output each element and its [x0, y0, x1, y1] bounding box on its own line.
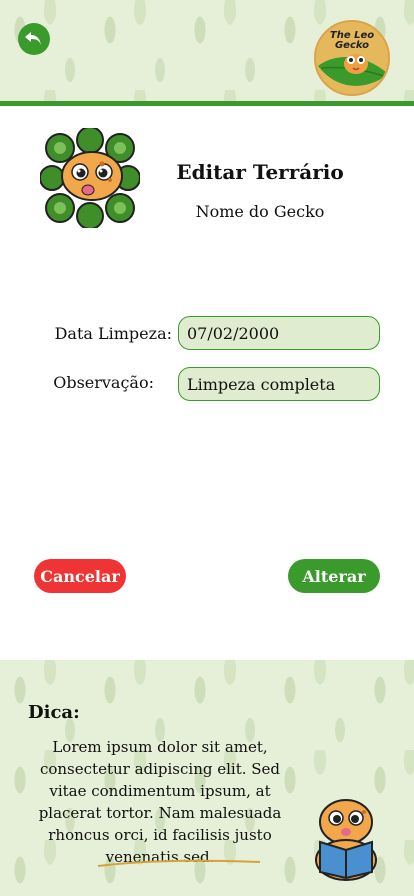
- gecko-avatar: [39, 126, 141, 230]
- back-button[interactable]: [18, 23, 50, 55]
- cancel-button[interactable]: Cancelar: [34, 559, 126, 593]
- decorative-underline: [97, 859, 261, 867]
- observation-input[interactable]: Limpeza completa: [178, 367, 380, 401]
- page-title: Editar Terrário: [176, 160, 344, 184]
- cleaning-date-input[interactable]: 07/02/2000: [178, 316, 380, 350]
- tip-title: Dica:: [28, 702, 80, 723]
- observation-label: Observação:: [53, 373, 154, 392]
- gecko-name: Nome do Gecko: [195, 202, 325, 221]
- undo-arrow-icon: [25, 32, 41, 45]
- gecko-on-leaf-icon: [318, 54, 388, 86]
- gecko-clover-icon: [39, 126, 141, 230]
- cleaning-date-label: Data Limpeza:: [54, 324, 172, 343]
- app-logo: The Leo Gecko: [314, 20, 390, 96]
- reading-gecko-icon: [315, 799, 377, 881]
- app-header: The Leo Gecko: [0, 0, 414, 106]
- tip-text: Lorem ipsum dolor sit amet, consectetur …: [38, 738, 282, 866]
- tip-panel: Dica: Lorem ipsum dolor sit amet, consec…: [0, 660, 414, 896]
- save-button[interactable]: Alterar: [288, 559, 380, 593]
